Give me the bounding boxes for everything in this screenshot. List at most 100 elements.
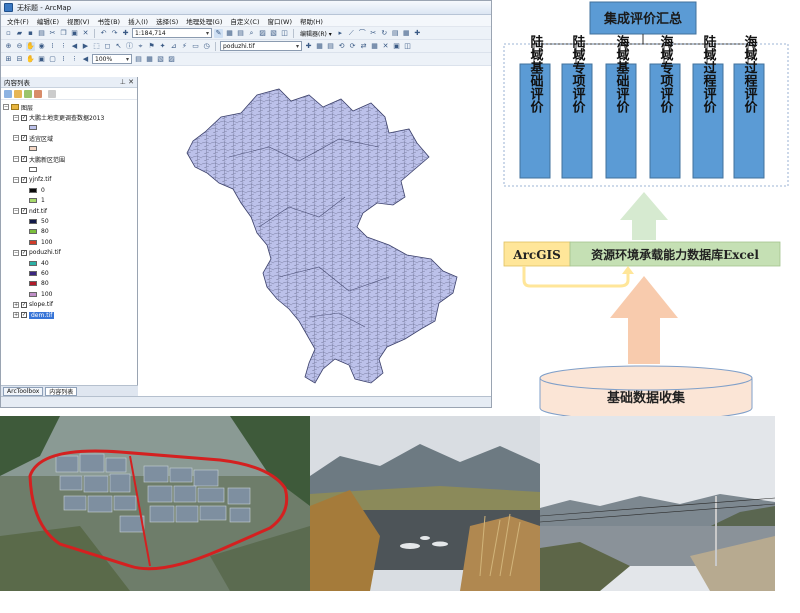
zoom-out-icon[interactable]: ⊖	[15, 42, 24, 51]
menu-geoprocessing[interactable]: 地理处理(G)	[182, 16, 226, 26]
layout-zoom-out-icon[interactable]: ⊟	[15, 55, 24, 64]
tab-toc[interactable]: 内容列表	[45, 387, 78, 396]
layer-row[interactable]: + ✓ dem.tif	[3, 310, 137, 320]
fixed-zoom-out-icon[interactable]: ⁝	[59, 42, 68, 51]
visibility-checkbox[interactable]: ✓	[21, 156, 27, 163]
collapse-icon[interactable]: −	[13, 156, 19, 163]
georef-icon-6[interactable]: ⇄	[359, 42, 368, 51]
visibility-checkbox[interactable]: ✓	[21, 114, 27, 121]
fixed-zoom-in-icon[interactable]: ⁞	[48, 42, 57, 51]
search-icon[interactable]: ⌕	[247, 29, 256, 38]
layer-row[interactable]: − ✓ poduzhi.tif	[3, 247, 137, 257]
georef-icon-2[interactable]: ▦	[315, 42, 324, 51]
collapse-icon[interactable]: −	[13, 114, 19, 121]
editor-toolbar-icon[interactable]: ✎	[214, 28, 223, 38]
map-view[interactable]	[139, 77, 491, 397]
cut-icon[interactable]: ✂	[48, 29, 57, 38]
georef-icon-1[interactable]: ✚	[304, 42, 313, 51]
layout-zoom-in-icon[interactable]: ⊞	[4, 55, 13, 64]
menu-view[interactable]: 视图(V)	[63, 16, 94, 26]
georef-icon-10[interactable]: ◫	[403, 42, 412, 51]
redo-icon[interactable]: ↷	[110, 29, 119, 38]
tab-arctoolbox[interactable]: ArcToolbox	[3, 387, 44, 396]
georef-icon-3[interactable]: ▤	[326, 42, 335, 51]
collapse-icon[interactable]: −	[13, 249, 19, 256]
visibility-checkbox[interactable]: ✓	[21, 312, 27, 318]
zoom-in-icon[interactable]: ⊕	[4, 42, 13, 51]
layer-row[interactable]: − ✓ 大鹏新区范围	[3, 154, 137, 164]
back-extent-icon[interactable]: ◀	[70, 42, 79, 51]
clear-selection-icon[interactable]: ◻	[103, 42, 112, 51]
layers-root[interactable]: − 图层	[3, 102, 137, 112]
pin-icon[interactable]: ⊥	[120, 78, 126, 86]
expand-icon[interactable]: +	[13, 301, 19, 308]
expand-icon[interactable]: +	[13, 312, 19, 318]
data-driven-pages-icon[interactable]: ▨	[167, 55, 176, 64]
visibility-checkbox[interactable]: ✓	[21, 249, 27, 256]
georef-icon-9[interactable]: ▣	[392, 42, 401, 51]
undo-icon[interactable]: ↶	[99, 29, 108, 38]
layer-row[interactable]: − ✓ yjnfz.tif	[3, 175, 137, 185]
layer-combo[interactable]: poduzhi.tif ▾	[220, 41, 302, 51]
pan-icon[interactable]: ✋	[26, 41, 35, 51]
collapse-icon[interactable]: −	[13, 135, 19, 142]
python-icon[interactable]: ▧	[269, 29, 278, 38]
trace-icon[interactable]: ⌒	[358, 29, 367, 38]
sketch-props-icon[interactable]: ▦	[402, 29, 411, 38]
layer-row[interactable]: − ✓ 大鹏土地变更调查数据2013	[3, 112, 137, 122]
paste-icon[interactable]: ▣	[70, 29, 79, 38]
menu-file[interactable]: 文件(F)	[3, 16, 33, 26]
menu-bookmarks[interactable]: 书签(B)	[94, 16, 125, 26]
menu-selection[interactable]: 选择(S)	[152, 16, 182, 26]
save-icon[interactable]: ▪	[26, 29, 35, 38]
rotate-icon[interactable]: ↻	[380, 29, 389, 38]
layer-row[interactable]: − ✓ ndt.tif	[3, 206, 137, 216]
list-by-selection-icon[interactable]	[34, 89, 42, 98]
full-extent-icon[interactable]: ◉	[37, 42, 46, 51]
layout-pan-icon[interactable]: ✋	[26, 55, 35, 64]
layer-row[interactable]: + ✓ slope.tif	[3, 299, 137, 309]
forward-extent-icon[interactable]: ▶	[81, 42, 90, 51]
zoom-whole-page-icon[interactable]: ▣	[37, 55, 46, 64]
select-elements-icon[interactable]: ↖	[114, 42, 123, 51]
zoom-100-icon[interactable]: ▢	[48, 55, 57, 64]
print-icon[interactable]: ▤	[37, 29, 46, 38]
identify-icon[interactable]: ⓘ	[125, 42, 134, 51]
list-by-drawing-order-icon[interactable]	[4, 89, 12, 98]
collapse-icon[interactable]: −	[13, 208, 19, 215]
table-icon[interactable]: ▦	[225, 29, 234, 38]
delete-icon[interactable]: ✕	[81, 29, 90, 38]
measure-icon[interactable]: ⊿	[169, 42, 178, 51]
visibility-checkbox[interactable]: ✓	[21, 135, 27, 142]
toggle-draft-icon[interactable]: ▤	[134, 55, 143, 64]
georef-icon-7[interactable]: ▦	[370, 42, 379, 51]
layout-fixed-out-icon[interactable]: ⁝	[70, 55, 79, 64]
georef-icon-4[interactable]: ⟲	[337, 42, 346, 51]
model-builder-icon[interactable]: ◫	[280, 29, 289, 38]
arctoolbox-icon[interactable]: ▨	[258, 29, 267, 38]
new-icon[interactable]: ▫	[4, 29, 13, 38]
list-by-visibility-icon[interactable]	[24, 89, 32, 98]
go-to-xy-icon[interactable]: ✦	[158, 42, 167, 51]
close-icon[interactable]: ✕	[128, 78, 134, 86]
menu-customize[interactable]: 自定义(C)	[226, 16, 263, 26]
zoom-combo[interactable]: 100% ▾	[92, 54, 132, 64]
layer-row[interactable]: − ✓ 适宜区域	[3, 133, 137, 143]
hyperlink-icon[interactable]: ⚡	[180, 42, 189, 51]
menu-edit[interactable]: 编辑(E)	[33, 16, 63, 26]
toc-options-icon[interactable]	[48, 89, 56, 98]
collapse-icon[interactable]: −	[13, 176, 19, 183]
focus-frame-icon[interactable]: ▦	[145, 55, 154, 64]
find-icon[interactable]: ⌖	[136, 42, 145, 51]
html-popup-icon[interactable]: ▭	[191, 42, 200, 51]
add-data-icon[interactable]: ✚	[121, 29, 130, 38]
visibility-checkbox[interactable]: ✓	[21, 176, 27, 183]
split-icon[interactable]: ✂	[369, 29, 378, 38]
copy-icon[interactable]: ❐	[59, 29, 68, 38]
open-icon[interactable]: ▰	[15, 29, 24, 38]
change-layout-icon[interactable]: ▧	[156, 55, 165, 64]
menu-windows[interactable]: 窗口(W)	[264, 16, 297, 26]
route-icon[interactable]: ⚑	[147, 42, 156, 51]
georef-icon-5[interactable]: ⟳	[348, 42, 357, 51]
create-features-icon[interactable]: ✚	[413, 29, 422, 38]
